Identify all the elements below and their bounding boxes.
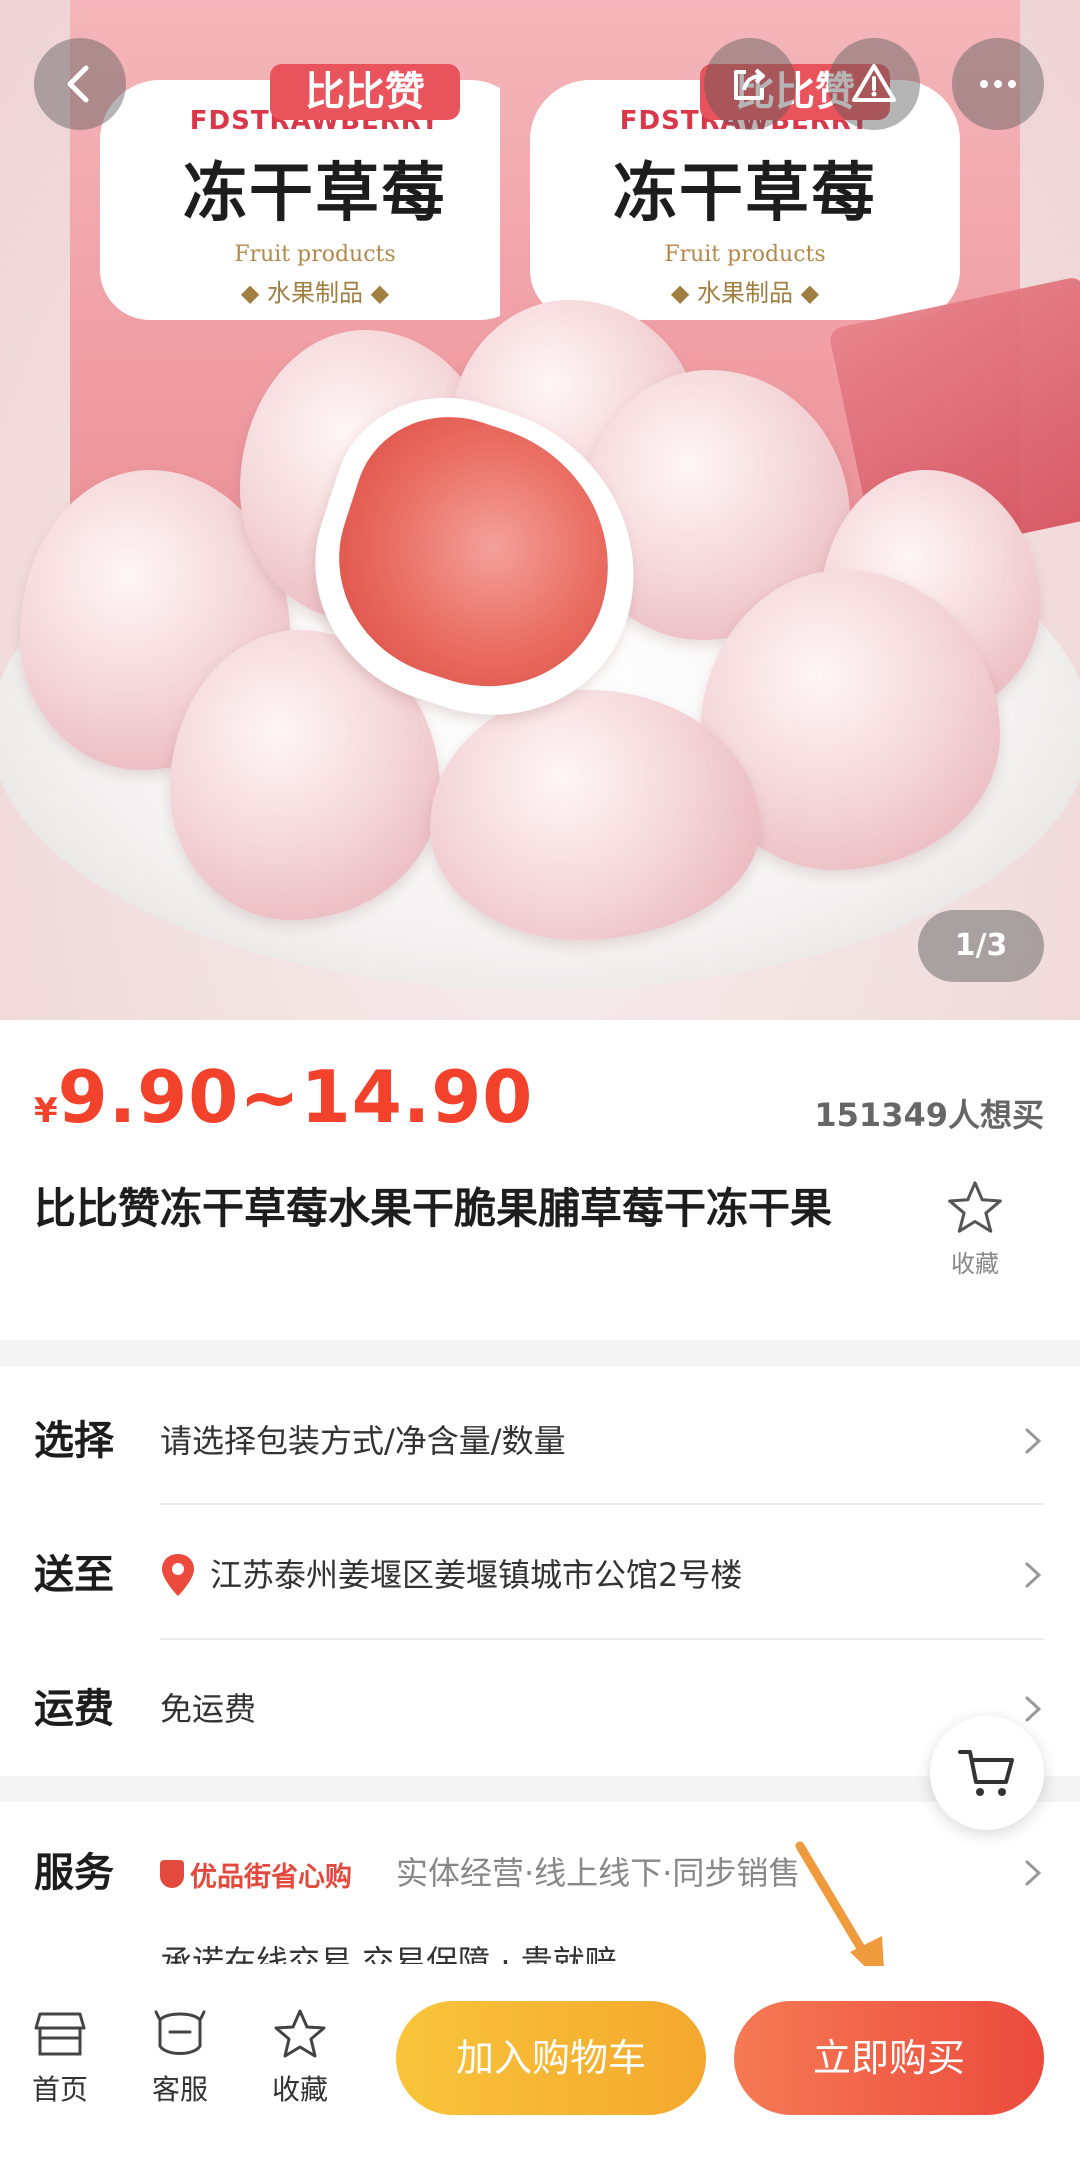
freight-value: 免运费 <box>160 1690 257 1728</box>
share-button[interactable] <box>704 38 796 130</box>
warning-icon <box>852 64 896 102</box>
section-gap <box>0 1340 1080 1366</box>
cart-icon <box>958 1750 1014 1796</box>
service-more-text: 承诺在线交易 交易保障 · 贵就赔 <box>160 1943 617 1964</box>
favorite-button[interactable]: 收藏 <box>940 1178 1010 1279</box>
chevron-right-icon <box>1025 1562 1042 1588</box>
tab-customer-service[interactable]: 客服 <box>130 2006 230 2108</box>
share-icon <box>734 68 765 100</box>
customer-service-icon <box>154 2010 206 2055</box>
service-badge: 优品街省心购 <box>160 1854 352 1894</box>
ship-to-value: 江苏泰州姜堰区姜堰镇城市公馆2号楼 <box>210 1556 743 1594</box>
product-title: 比比赞冻干草莓水果干脆果脯草莓干冻干果 <box>34 1184 833 1233</box>
package-subtitle: Fruit products <box>664 242 826 267</box>
back-icon <box>67 65 89 103</box>
tab-customer-service-label: 客服 <box>151 2073 208 2106</box>
tab-home-label: 首页 <box>31 2073 88 2106</box>
freight-row[interactable]: 运费 免运费 <box>0 1644 1080 1774</box>
price-value: 9.90~14.90 <box>57 1055 534 1139</box>
tab-favorite-label: 收藏 <box>271 2073 328 2106</box>
package-label: 比比赞 FDSTRAWBERRY 冻干草莓 Fruit products ◆ 水… <box>100 64 530 320</box>
price: ¥9.90~14.90 <box>34 1055 533 1139</box>
chevron-right-icon <box>1025 1860 1042 1886</box>
select-key: 选择 <box>34 1418 114 1464</box>
buy-now-button[interactable]: 立即购买 <box>734 2001 1044 2115</box>
location-pin-icon <box>162 1554 194 1596</box>
freight-key: 运费 <box>34 1686 114 1732</box>
product-image-gallery[interactable]: 比比赞 FDSTRAWBERRY 冻干草莓 Fruit products ◆ 水… <box>0 0 1080 1020</box>
select-spec-row[interactable]: 选择 请选择包装方式/净含量/数量 <box>0 1376 1080 1506</box>
back-button[interactable] <box>34 38 126 130</box>
report-button[interactable] <box>828 38 920 130</box>
package-tag: ◆ 水果制品 ◆ <box>240 279 390 307</box>
service-description: 实体经营·线上线下·同步销售 <box>396 1854 801 1892</box>
service-key: 服务 <box>34 1850 114 1896</box>
chevron-right-icon <box>1025 1696 1042 1722</box>
package-chinese-name: 冻干草莓 <box>613 157 877 231</box>
want-count: 151349人想买 <box>814 1096 1044 1134</box>
more-button[interactable] <box>952 38 1044 130</box>
package-brand: 比比赞 <box>270 64 460 120</box>
more-icon <box>980 80 1016 88</box>
row-divider <box>160 1638 1044 1640</box>
bottom-action-bar: 首页 客服 收藏 加入购物车 立即购买 <box>0 1966 1080 2176</box>
section-gap <box>0 1776 1080 1802</box>
service-badge-label: 优品街省心购 <box>190 1861 352 1893</box>
floating-cart-button[interactable] <box>930 1716 1044 1830</box>
star-icon <box>948 1181 1002 1233</box>
add-to-cart-button[interactable]: 加入购物车 <box>396 2001 706 2115</box>
service-row[interactable]: 服务 优品街省心购 实体经营·线上线下·同步销售 <box>0 1808 1080 1938</box>
package-subtitle: Fruit products <box>234 242 396 267</box>
ship-to-key: 送至 <box>34 1552 114 1598</box>
star-icon <box>274 2009 326 2058</box>
image-counter: 1/3 <box>918 910 1044 982</box>
package-chinese-name: 冻干草莓 <box>183 157 447 231</box>
chevron-right-icon <box>1025 1428 1042 1454</box>
select-value: 请选择包装方式/净含量/数量 <box>160 1422 566 1460</box>
store-icon <box>34 2012 86 2056</box>
ship-to-row[interactable]: 送至 江苏泰州姜堰区姜堰镇城市公馆2号楼 <box>0 1510 1080 1640</box>
row-divider <box>160 1503 1044 1505</box>
tab-home[interactable]: 首页 <box>10 2006 110 2108</box>
tab-favorite[interactable]: 收藏 <box>250 2006 350 2108</box>
shield-icon <box>160 1860 184 1888</box>
favorite-label: 收藏 <box>951 1250 999 1278</box>
currency-symbol: ¥ <box>34 1091 58 1131</box>
